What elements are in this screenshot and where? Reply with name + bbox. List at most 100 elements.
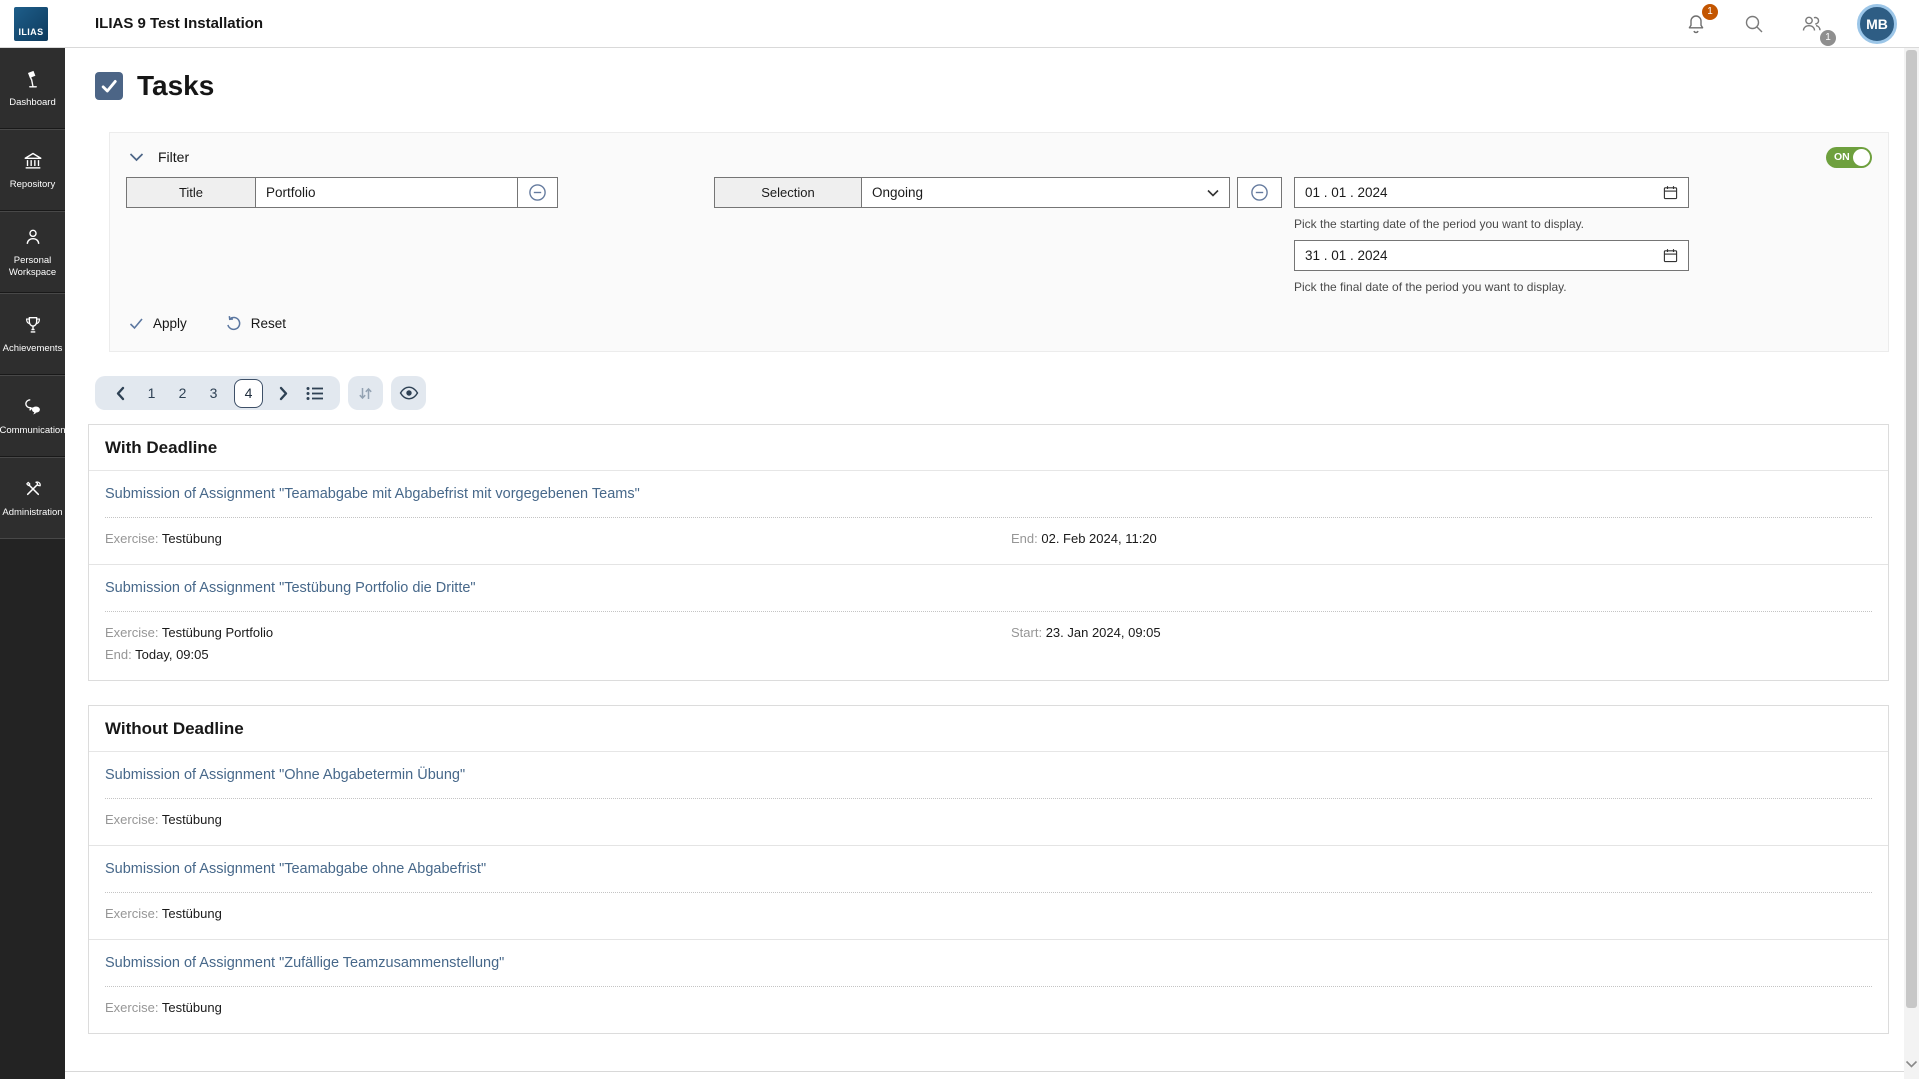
filter-panel: Filter ON Title Portfolio Selection On [109,132,1889,352]
meta-label: Exercise: [105,625,162,640]
divider [105,986,1872,987]
end-date-input[interactable]: 31 . 01 . 2024 [1294,240,1689,271]
chevron-down-icon [1905,1060,1918,1069]
sidebar-item-label: Repository [9,179,56,190]
sidebar-item-communication[interactable]: Communication [0,375,65,457]
meta-value: 23. Jan 2024, 09:05 [1046,625,1161,640]
avatar[interactable]: MB [1857,4,1897,44]
meta-label: End: [1011,531,1041,546]
section-with-deadline: With Deadline Submission of Assignment "… [88,424,1889,681]
online-users-button[interactable]: 1 [1799,11,1825,37]
filter-title-input[interactable]: Portfolio [255,177,518,208]
chevron-down-icon [1207,189,1219,197]
task-item: Submission of Assignment "Zufällige Team… [89,940,1888,1033]
sort-button[interactable] [348,376,383,410]
meta-value: Testübung [162,1000,222,1015]
start-date-input[interactable]: 01 . 01 . 2024 [1294,177,1689,208]
section-title: Without Deadline [89,706,1888,752]
task-item: Submission of Assignment "Teamabgabe mit… [89,471,1888,565]
toggle-knob [1853,149,1870,166]
page-header: Tasks [88,70,1890,102]
sidebar-item-label: Communication [0,425,67,436]
section-title: With Deadline [89,425,1888,471]
meta-value: Testübung [162,812,222,827]
calendar-icon [1663,248,1678,263]
filter-label: Filter [158,149,189,165]
person-icon [22,226,44,248]
scrollbar-down-arrow[interactable] [1905,1056,1918,1074]
meta-value: Today, 09:05 [135,647,208,662]
chevron-right-icon [278,386,289,401]
assignment-link[interactable]: Submission of Assignment "Ohne Abgabeter… [105,767,465,783]
vertical-scrollbar[interactable] [1904,48,1919,1079]
next-page-button[interactable] [268,376,299,410]
filter-selection-select[interactable]: Ongoing [861,177,1230,208]
remove-title-filter-button[interactable] [517,177,558,208]
notifications-button[interactable]: 1 [1683,11,1709,37]
reset-button[interactable]: Reset [225,315,286,332]
meta-value: Testübung Portfolio [162,625,273,640]
footer-divider [65,1071,1904,1072]
sidebar-item-achievements[interactable]: Achievements [0,293,65,375]
search-icon [1742,12,1766,36]
sidebar-item-label: Achievements [2,343,64,354]
notification-badge: 1 [1702,4,1718,20]
page-button-4-current[interactable]: 4 [234,379,263,408]
tools-icon [22,478,44,500]
scrollbar-thumb[interactable] [1906,50,1917,1008]
meta-label: Start: [1011,625,1046,640]
assignment-link[interactable]: Submission of Assignment "Teamabgabe mit… [105,486,640,502]
sidebar-item-label: Administration [1,507,63,518]
sidebar-item-label: Personal Workspace [0,255,65,278]
sidebar-item-personal-workspace[interactable]: Personal Workspace [0,211,65,293]
page-button-2[interactable]: 2 [167,376,198,410]
ilias-logo[interactable]: ILIAS [14,7,48,41]
remove-selection-filter-button[interactable] [1237,177,1282,208]
task-item: Submission of Assignment "Teamabgabe ohn… [89,846,1888,940]
search-button[interactable] [1741,11,1767,37]
sidebar-item-label: Dashboard [8,97,56,108]
lamp-icon [22,68,44,90]
meta-label: Exercise: [105,531,162,546]
sidebar-item-dashboard[interactable]: Dashboard [0,48,65,129]
topbar-actions: 1 1 MB [1683,4,1897,44]
main-content: Tasks Filter ON Title Portfolio [65,48,1904,1079]
task-item: Submission of Assignment "Testübung Port… [89,565,1888,680]
apply-button[interactable]: Apply [129,316,187,331]
filter-toggle-state: ON [1834,151,1850,163]
app-title: ILIAS 9 Test Installation [95,15,263,32]
page-button-3[interactable]: 3 [198,376,229,410]
apply-button-label: Apply [153,316,187,331]
assignment-link[interactable]: Submission of Assignment "Zufällige Team… [105,955,504,971]
start-date-value: 01 . 01 . 2024 [1305,185,1388,200]
divider [105,517,1872,518]
pagination: 1 2 3 4 [95,376,1890,410]
filter-selection-label: Selection [714,177,862,208]
minus-circle-icon [528,183,547,202]
chevron-left-icon [115,386,126,401]
section-without-deadline: Without Deadline Submission of Assignmen… [88,705,1889,1034]
assignment-link[interactable]: Submission of Assignment "Testübung Port… [105,580,476,596]
check-icon [129,317,144,330]
list-icon [306,386,324,401]
chat-bubbles-icon [22,396,44,418]
divider [105,611,1872,612]
previous-page-button[interactable] [105,376,136,410]
filter-title-label: Title [126,177,256,208]
ilias-logo-text: ILIAS [18,27,43,37]
task-item: Submission of Assignment "Ohne Abgabeter… [89,752,1888,846]
sort-arrows-icon [358,386,373,401]
start-date-help: Pick the starting date of the period you… [1294,217,1584,231]
divider [105,892,1872,893]
sidebar-item-repository[interactable]: Repository [0,129,65,211]
eye-icon [399,386,419,400]
meta-label: Exercise: [105,1000,162,1015]
assignment-link[interactable]: Submission of Assignment "Teamabgabe ohn… [105,861,486,877]
filter-collapse-chevron-icon[interactable] [129,152,144,162]
sidebar-item-administration[interactable]: Administration [0,457,65,539]
presentation-view-button[interactable] [391,376,426,410]
list-view-button[interactable] [299,376,330,410]
filter-toggle[interactable]: ON [1826,147,1872,168]
meta-label: Exercise: [105,812,162,827]
page-button-1[interactable]: 1 [136,376,167,410]
